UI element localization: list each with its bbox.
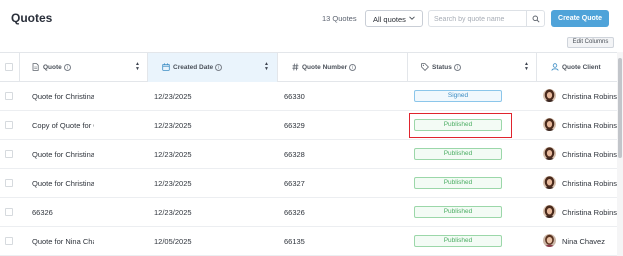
quote-name[interactable]: Quote for Nina Cha bbox=[32, 237, 94, 246]
quote-name[interactable]: Quote for Christina bbox=[32, 150, 94, 159]
row-checkbox[interactable] bbox=[5, 92, 13, 100]
table-header-row: Quote i ▲ ▼ Created Date i ▲ ▼ Quote Number i bbox=[0, 53, 617, 82]
quote-number: 66135 bbox=[284, 237, 305, 246]
table-row[interactable]: Quote for Christina 12/23/2025 66327 Pub… bbox=[0, 169, 618, 198]
column-header-quote-client[interactable]: Quote Client bbox=[537, 53, 617, 82]
avatar bbox=[543, 147, 556, 160]
row-checkbox[interactable] bbox=[5, 179, 13, 187]
quote-number: 66327 bbox=[284, 179, 305, 188]
hash-icon bbox=[292, 63, 299, 73]
quote-filter-dropdown[interactable]: All quotes bbox=[365, 10, 423, 27]
created-date: 12/23/2025 bbox=[154, 150, 192, 159]
quote-number: 66326 bbox=[284, 208, 305, 217]
column-header-status[interactable]: Status i ▲ ▼ bbox=[408, 53, 537, 82]
document-icon bbox=[32, 63, 39, 73]
sort-icon[interactable]: ▲ ▼ bbox=[264, 62, 269, 72]
column-header-created-date[interactable]: Created Date i ▲ ▼ bbox=[148, 53, 278, 82]
client-name[interactable]: Christina Robinson bbox=[562, 121, 618, 130]
search-input[interactable] bbox=[434, 14, 526, 24]
row-checkbox[interactable] bbox=[5, 121, 13, 129]
row-checkbox[interactable] bbox=[5, 237, 13, 245]
info-icon: i bbox=[453, 64, 461, 71]
created-date: 12/23/2025 bbox=[154, 208, 192, 217]
column-label-quote-client: Quote Client bbox=[562, 64, 601, 71]
info-icon: i bbox=[349, 64, 357, 71]
quotes-table: Quote i ▲ ▼ Created Date i ▲ ▼ Quote Number i bbox=[0, 52, 618, 256]
created-date: 12/23/2025 bbox=[154, 179, 192, 188]
search-icon[interactable] bbox=[526, 11, 544, 26]
avatar bbox=[543, 234, 556, 247]
info-icon: i bbox=[215, 64, 223, 71]
quote-name[interactable]: Copy of Quote for C bbox=[32, 121, 94, 130]
row-checkbox[interactable] bbox=[5, 150, 13, 158]
column-label-status: Status bbox=[432, 64, 452, 71]
status-badge: Signed bbox=[414, 90, 502, 102]
client-name[interactable]: Christina Robinson bbox=[562, 208, 618, 217]
avatar bbox=[543, 176, 556, 189]
scrollbar-thumb[interactable] bbox=[618, 58, 622, 158]
chevron-down-icon bbox=[408, 14, 416, 24]
quote-count: 13 Quotes bbox=[322, 14, 357, 23]
row-checkbox[interactable] bbox=[5, 208, 13, 216]
created-date: 12/23/2025 bbox=[154, 92, 192, 101]
quote-name[interactable]: Quote for Christina bbox=[32, 92, 94, 101]
quote-name[interactable]: Quote for Christina bbox=[32, 179, 94, 188]
column-label-quote-number: Quote Number bbox=[302, 64, 348, 71]
create-quote-button[interactable]: Create Quote bbox=[551, 10, 609, 27]
quote-number: 66329 bbox=[284, 121, 305, 130]
status-badge: Published bbox=[414, 177, 502, 189]
table-row[interactable]: Copy of Quote for C 12/23/2025 66329 Pub… bbox=[0, 111, 618, 140]
client-name[interactable]: Nina Chavez bbox=[562, 237, 618, 246]
search-box bbox=[428, 10, 545, 27]
avatar bbox=[543, 205, 556, 218]
page-header: Quotes 13 Quotes All quotes Create Quote bbox=[0, 0, 623, 36]
quote-number: 66328 bbox=[284, 150, 305, 159]
table-row[interactable]: Quote for Christina 12/23/2025 66330 Sig… bbox=[0, 82, 618, 111]
table-row[interactable]: Quote for Christina 12/23/2025 66328 Pub… bbox=[0, 140, 618, 169]
created-date: 12/05/2025 bbox=[154, 237, 192, 246]
status-badge: Published bbox=[414, 119, 502, 131]
column-header-quote[interactable]: Quote i ▲ ▼ bbox=[20, 53, 148, 82]
sort-icon[interactable]: ▲ ▼ bbox=[135, 62, 140, 72]
status-badge: Published bbox=[414, 235, 502, 247]
page-title: Quotes bbox=[11, 11, 53, 25]
user-icon bbox=[551, 63, 559, 73]
client-name[interactable]: Christina Robinson bbox=[562, 179, 618, 188]
table-row[interactable]: Quote for Nina Cha 12/05/2025 66135 Publ… bbox=[0, 227, 617, 256]
avatar bbox=[543, 89, 556, 102]
avatar bbox=[543, 118, 556, 131]
column-label-quote: Quote bbox=[43, 64, 62, 71]
edit-columns-button[interactable]: Edit Columns bbox=[567, 37, 614, 48]
column-label-created-date: Created Date bbox=[173, 64, 214, 71]
info-icon: i bbox=[63, 64, 71, 71]
select-all-checkbox[interactable] bbox=[5, 63, 13, 71]
client-name[interactable]: Christina Robinson bbox=[562, 150, 618, 159]
quote-name[interactable]: 66326 bbox=[32, 208, 94, 217]
quote-number: 66330 bbox=[284, 92, 305, 101]
select-all-header bbox=[0, 53, 20, 82]
client-name[interactable]: Christina Robinson bbox=[562, 92, 618, 101]
tag-icon bbox=[421, 63, 429, 73]
table-row[interactable]: 66326 12/23/2025 66326 Published Christi… bbox=[0, 198, 618, 227]
created-date: 12/23/2025 bbox=[154, 121, 192, 130]
quote-filter-value: All quotes bbox=[373, 15, 406, 24]
sort-icon[interactable]: ▲ ▼ bbox=[524, 62, 529, 72]
column-header-quote-number[interactable]: Quote Number i bbox=[278, 53, 408, 82]
calendar-icon bbox=[162, 63, 170, 73]
status-badge: Published bbox=[414, 148, 502, 160]
status-badge: Published bbox=[414, 206, 502, 218]
